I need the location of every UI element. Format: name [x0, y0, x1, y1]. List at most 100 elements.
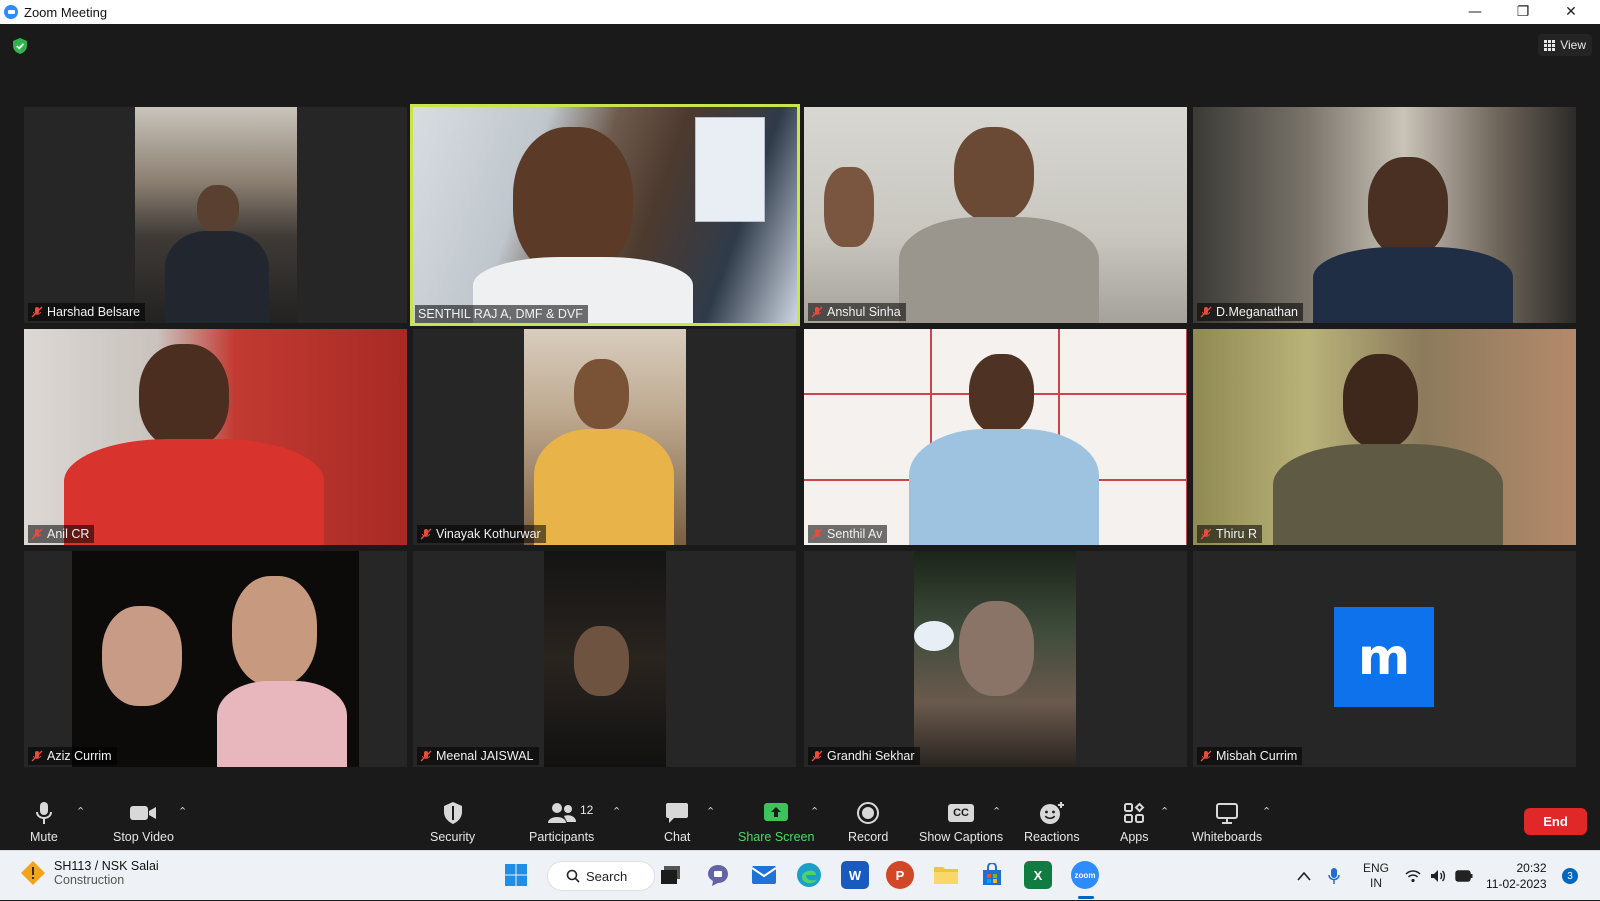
share-options-caret[interactable]: ⌃: [810, 805, 819, 818]
shield-check-icon[interactable]: [13, 38, 27, 54]
video-tile-senthil-raj[interactable]: SENTHIL RAJ A, DMF & DVF: [410, 104, 800, 326]
close-button[interactable]: ✕: [1548, 0, 1594, 24]
mail-app-button[interactable]: [750, 861, 778, 889]
region-code: IN: [1370, 876, 1382, 890]
clock-time: 20:32: [1516, 861, 1547, 875]
search-label: Search: [586, 868, 628, 884]
apps-label: Apps: [1120, 830, 1149, 844]
participant-video: [544, 551, 666, 767]
store-app-button[interactable]: [978, 861, 1006, 889]
participant-video: [72, 551, 359, 767]
participant-name: SENTHIL RAJ A, DMF & DVF: [418, 307, 583, 321]
whiteboards-options-caret[interactable]: ⌃: [1262, 805, 1271, 818]
edge-browser-button[interactable]: [795, 861, 823, 889]
show-captions-button[interactable]: CC Show Captions: [919, 801, 1003, 844]
video-camera-icon: [129, 801, 157, 825]
whiteboards-button[interactable]: Whiteboards: [1192, 801, 1262, 844]
teams-chat-button[interactable]: [704, 861, 732, 889]
video-tile-senthil-av[interactable]: Senthil Av: [804, 329, 1187, 545]
windows-start-button[interactable]: [502, 861, 530, 889]
video-tile-grandhi[interactable]: Grandhi Sekhar: [804, 551, 1187, 767]
microphone-tray-button[interactable]: [1328, 851, 1340, 901]
video-options-caret[interactable]: ⌃: [178, 805, 187, 818]
participant-video: [24, 329, 407, 545]
record-button[interactable]: Record: [848, 801, 888, 844]
teams-chat-icon: [708, 865, 728, 886]
video-tile-misbah[interactable]: m Misbah Currim: [1193, 551, 1576, 767]
whiteboards-label: Whiteboards: [1192, 830, 1263, 844]
security-label: Security: [430, 830, 476, 844]
grid-icon: [1544, 39, 1556, 51]
share-screen-label: Share Screen: [738, 830, 815, 844]
participants-icon: [547, 801, 577, 825]
powerpoint-app-button[interactable]: P: [886, 861, 914, 889]
file-explorer-button[interactable]: [932, 861, 960, 889]
participant-video: [914, 551, 1076, 767]
video-tile-meenal[interactable]: Meenal JAISWAL: [413, 551, 796, 767]
task-view-icon: [661, 866, 680, 884]
reactions-button[interactable]: Reactions: [1024, 801, 1080, 844]
chevron-up-icon: [1297, 871, 1311, 881]
apps-button[interactable]: Apps: [1120, 801, 1149, 844]
speaker-icon: [1431, 870, 1446, 882]
chat-button[interactable]: Chat: [664, 801, 690, 844]
participant-name: Meenal JAISWAL: [436, 749, 534, 763]
participant-nametag: Senthil Av: [808, 525, 888, 543]
microphone-icon: [35, 801, 53, 825]
notification-badge[interactable]: 3: [1562, 868, 1578, 884]
taskbar-search[interactable]: Search: [547, 861, 655, 891]
video-tile-thiru[interactable]: Thiru R: [1193, 329, 1576, 545]
taskbar-clock[interactable]: 20:32 11-02-2023: [1486, 860, 1547, 892]
view-button[interactable]: View: [1538, 34, 1592, 56]
participant-name: D.Meganathan: [1216, 305, 1299, 319]
participant-video: [1193, 107, 1576, 323]
security-button[interactable]: Security: [430, 801, 475, 844]
word-app-button[interactable]: W: [841, 861, 869, 889]
video-tile-anshul[interactable]: Anshul Sinha: [804, 107, 1187, 323]
smiley-plus-icon: [1039, 801, 1065, 825]
excel-app-button[interactable]: X: [1024, 861, 1052, 889]
zoom-taskbar-button[interactable]: zoom: [1071, 861, 1099, 889]
chat-options-caret[interactable]: ⌃: [706, 805, 715, 818]
store-icon: [983, 863, 1001, 885]
view-label: View: [1560, 38, 1586, 52]
weather-subtitle: Construction: [54, 873, 125, 887]
participant-nametag: Misbah Currim: [1197, 747, 1303, 765]
mic-muted-icon: [811, 750, 823, 762]
participant-video: [804, 107, 1187, 323]
restore-button[interactable]: ❐: [1500, 0, 1546, 24]
audio-options-caret[interactable]: ⌃: [76, 805, 85, 818]
end-meeting-button[interactable]: End: [1524, 808, 1587, 835]
system-tray-status[interactable]: [1405, 851, 1473, 901]
participants-label: Participants: [529, 830, 595, 844]
stop-video-button[interactable]: Stop Video: [113, 801, 174, 844]
mute-button[interactable]: Mute: [30, 801, 58, 844]
windows-logo-icon: [505, 864, 527, 886]
minimize-button[interactable]: —: [1452, 0, 1498, 24]
video-tile-anil[interactable]: Anil CR: [24, 329, 407, 545]
share-screen-button[interactable]: Share Screen: [738, 801, 814, 844]
apps-icon: [1123, 801, 1145, 825]
wifi-icon: [1405, 870, 1421, 883]
battery-icon: [1455, 870, 1473, 882]
weather-title: SH113 / NSK Salai: [54, 859, 159, 873]
captions-options-caret[interactable]: ⌃: [992, 805, 1001, 818]
video-tile-aziz[interactable]: Aziz Currim: [24, 551, 407, 767]
participant-nametag: D.Meganathan: [1197, 303, 1304, 321]
microphone-tray-icon: [1328, 868, 1340, 884]
apps-options-caret[interactable]: ⌃: [1160, 805, 1169, 818]
chat-bubble-icon: [665, 801, 689, 825]
video-tile-meganathan[interactable]: D.Meganathan: [1193, 107, 1576, 323]
participant-video: [135, 107, 297, 323]
participants-options-caret[interactable]: ⌃: [612, 805, 621, 818]
participant-nametag: SENTHIL RAJ A, DMF & DVF: [415, 305, 588, 323]
weather-widget[interactable]: SH113 / NSK Salai Construction: [20, 859, 159, 887]
task-view-button[interactable]: [657, 861, 685, 889]
language-indicator[interactable]: ENG IN: [1363, 851, 1389, 901]
participant-nametag: Meenal JAISWAL: [417, 747, 539, 765]
reactions-label: Reactions: [1024, 830, 1080, 844]
video-tile-harshad[interactable]: Harshad Belsare: [24, 107, 407, 323]
stop-video-label: Stop Video: [113, 830, 174, 844]
video-tile-vinayak[interactable]: Vinayak Kothurwar: [413, 329, 796, 545]
show-hidden-icons-button[interactable]: [1297, 851, 1311, 901]
